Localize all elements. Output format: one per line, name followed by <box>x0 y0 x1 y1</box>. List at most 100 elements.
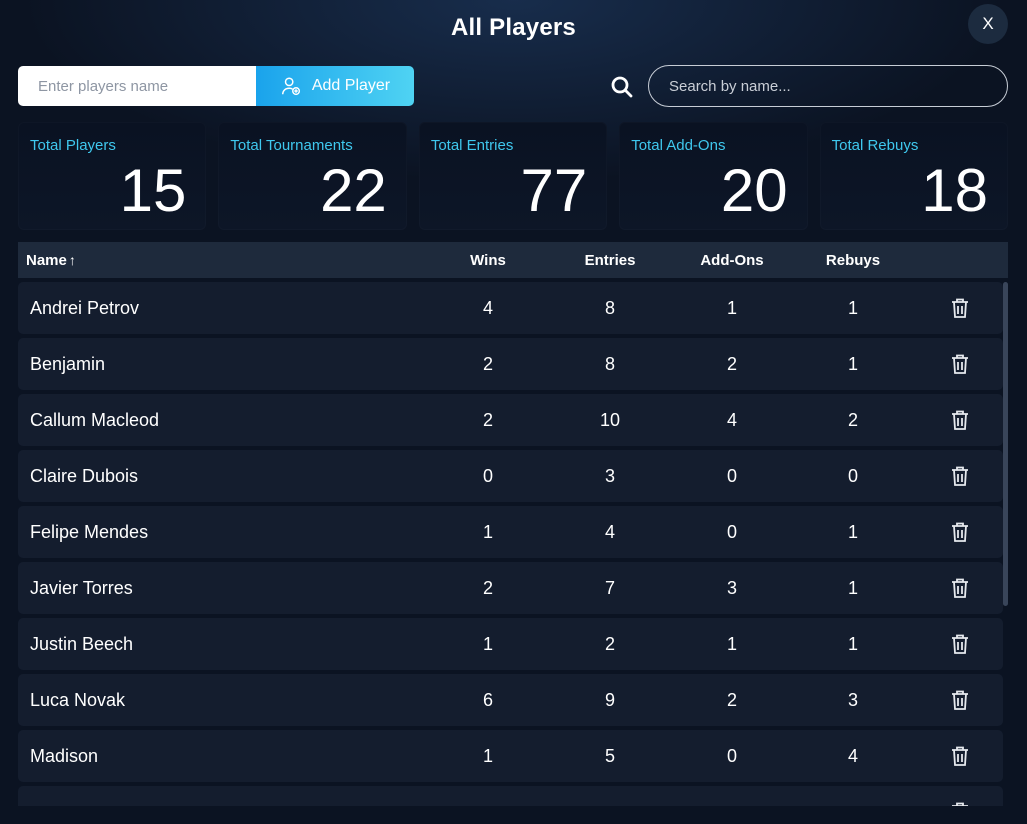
trash-icon[interactable] <box>950 465 970 487</box>
stat-value: 77 <box>520 157 588 224</box>
player-addons: 2 <box>726 353 737 374</box>
table-header: Name ↑ Wins Entries Add-Ons Rebuys <box>18 242 1008 278</box>
delete-player-button[interactable] <box>916 745 1003 767</box>
search-input[interactable] <box>648 65 1008 107</box>
table-scrollbar[interactable] <box>1003 282 1008 606</box>
add-player-form: Add Player <box>18 66 414 106</box>
player-entries: 8 <box>604 353 615 374</box>
table-row[interactable]: Javier Torres 2 7 3 1 <box>18 562 1003 614</box>
player-name: Andrei Petrov <box>30 297 140 318</box>
stat-card-total-players: Total Players 15 <box>18 122 207 230</box>
add-player-button-label: Add Player <box>311 77 391 94</box>
table-row[interactable]: Justin Beech 1 2 1 1 <box>18 618 1003 670</box>
sort-ascending-icon: ↑ <box>68 252 76 268</box>
delete-player-button[interactable] <box>916 409 1003 431</box>
table-row[interactable]: Andrei Petrov 4 8 1 1 <box>18 282 1003 334</box>
trash-icon[interactable] <box>950 577 970 599</box>
stat-card-total-entries: Total Entries 77 <box>418 122 608 230</box>
player-wins: 4 <box>482 297 493 318</box>
player-entries: 2 <box>604 633 615 654</box>
player-name: Claire Dubois <box>30 465 139 486</box>
delete-player-button[interactable] <box>916 353 1003 375</box>
trash-icon[interactable] <box>950 297 970 319</box>
player-wins: 1 <box>482 633 493 654</box>
player-rebuys: 2 <box>847 409 858 430</box>
bottom-edge <box>0 806 1027 824</box>
delete-player-button[interactable] <box>916 689 1003 711</box>
player-name: Javier Torres <box>30 577 133 598</box>
column-header-name[interactable]: Name ↑ <box>18 252 430 269</box>
player-addons: 2 <box>726 689 737 710</box>
stat-value: 15 <box>119 157 187 224</box>
stat-label: Total Players <box>30 137 116 154</box>
search-icon[interactable] <box>610 75 634 99</box>
player-name: Madison <box>30 745 99 766</box>
table-row[interactable]: Callum Macleod 2 10 4 2 <box>18 394 1003 446</box>
player-rebuys: 1 <box>847 577 858 598</box>
player-entries: 8 <box>604 297 615 318</box>
player-wins: 0 <box>482 465 493 486</box>
add-user-icon <box>281 77 300 96</box>
table-row[interactable]: Felipe Mendes 1 4 0 1 <box>18 506 1003 558</box>
delete-player-button[interactable] <box>916 297 1003 319</box>
trash-icon[interactable] <box>950 633 970 655</box>
player-addons: 0 <box>726 465 737 486</box>
delete-player-button[interactable] <box>916 577 1003 599</box>
table-row[interactable]: Benjamin 2 8 2 1 <box>18 338 1003 390</box>
stats-row: Total Players 15 Total Tournaments 22 To… <box>18 122 1009 230</box>
trash-icon[interactable] <box>950 689 970 711</box>
player-entries: 7 <box>604 577 615 598</box>
player-rebuys: 4 <box>847 745 858 766</box>
trash-icon[interactable] <box>950 353 970 375</box>
player-wins: 1 <box>482 745 493 766</box>
player-rebuys: 1 <box>847 633 858 654</box>
player-rebuys: 1 <box>847 521 858 542</box>
player-name: Justin Beech <box>30 633 134 654</box>
column-header-rebuys[interactable]: Rebuys <box>790 252 916 269</box>
player-name-input[interactable] <box>18 66 256 106</box>
stat-value: 20 <box>720 157 788 224</box>
delete-player-button[interactable] <box>916 465 1003 487</box>
stat-value: 18 <box>921 157 989 224</box>
player-rebuys: 1 <box>847 353 858 374</box>
trash-icon[interactable] <box>950 745 970 767</box>
trash-icon[interactable] <box>950 521 970 543</box>
player-rebuys: 1 <box>847 297 858 318</box>
player-entries: 5 <box>604 745 615 766</box>
column-header-wins[interactable]: Wins <box>430 252 546 269</box>
stat-label: Total Entries <box>430 137 514 154</box>
player-addons: 3 <box>726 577 737 598</box>
player-entries: 4 <box>604 521 615 542</box>
column-header-name-label: Name <box>26 251 67 269</box>
player-wins: 2 <box>482 409 493 430</box>
delete-player-button[interactable] <box>916 521 1003 543</box>
player-wins: 2 <box>482 353 493 374</box>
add-player-button[interactable]: Add Player <box>256 66 414 106</box>
stat-card-total-tournaments: Total Tournaments 22 <box>218 122 407 230</box>
player-entries: 9 <box>604 689 615 710</box>
player-rebuys: 3 <box>847 689 858 710</box>
stat-label: Total Rebuys <box>831 137 919 154</box>
player-name: Felipe Mendes <box>30 521 149 542</box>
stat-card-total-addons: Total Add-Ons 20 <box>619 122 808 230</box>
stat-label: Total Tournaments <box>230 137 353 154</box>
player-addons: 1 <box>726 633 737 654</box>
table-row[interactable]: Claire Dubois 0 3 0 0 <box>18 450 1003 502</box>
player-addons: 1 <box>726 297 737 318</box>
player-rebuys: 0 <box>847 465 858 486</box>
modal-title: All Players <box>451 14 576 41</box>
column-header-entries[interactable]: Entries <box>546 252 674 269</box>
player-addons: 4 <box>726 409 737 430</box>
all-players-modal: All Players X Add Player Total Players 1… <box>0 0 1027 824</box>
player-wins: 1 <box>482 521 493 542</box>
table-row-partial[interactable] <box>18 786 1003 806</box>
player-addons: 0 <box>726 521 737 542</box>
column-header-addons[interactable]: Add-Ons <box>674 252 790 269</box>
table-row[interactable]: Luca Novak 6 9 2 3 <box>18 674 1003 726</box>
delete-player-button[interactable] <box>916 633 1003 655</box>
player-name: Luca Novak <box>30 689 126 710</box>
table-row[interactable]: Madison 1 5 0 4 <box>18 730 1003 782</box>
close-button[interactable]: X <box>968 4 1008 44</box>
trash-icon[interactable] <box>950 409 970 431</box>
player-name: Callum Macleod <box>30 409 160 430</box>
